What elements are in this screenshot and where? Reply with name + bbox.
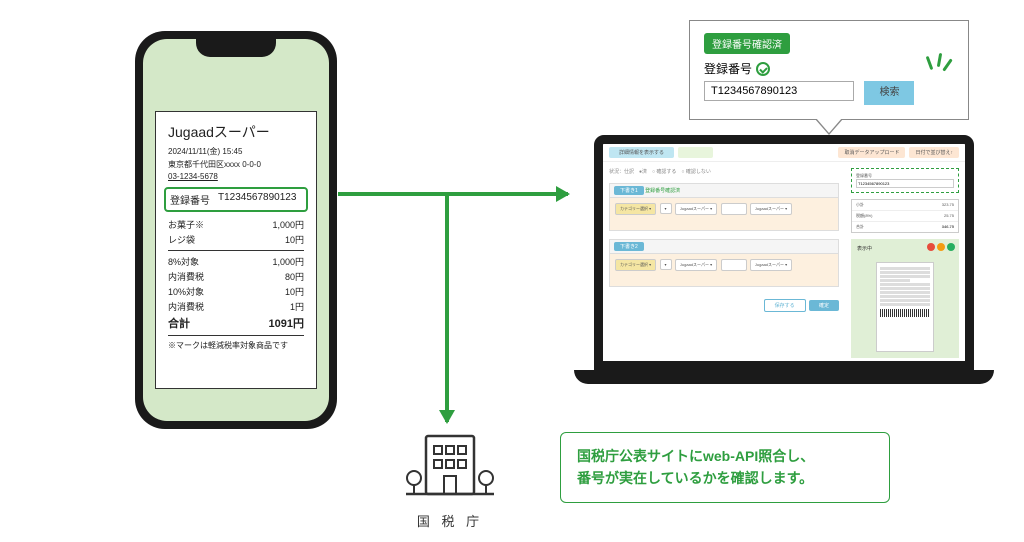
reg-verify-box: 登録番号 — [851, 168, 959, 193]
confirm-button[interactable]: 確定 — [809, 300, 839, 311]
action-bar: 保存する 確定 — [609, 299, 839, 312]
app-toolbar: 詳細情報を表示する 取消データアップロード 日付で並び替え↑ — [603, 144, 965, 162]
phone-notch — [196, 39, 276, 57]
save-button[interactable]: 保存する — [764, 299, 806, 312]
receipt-address: 東京都千代田区xxxx 0-0-0 — [168, 159, 304, 170]
verification-callout: 登録番号確認済 登録番号 検索 — [689, 20, 969, 120]
tax-row: 10%対象10円 — [168, 285, 304, 298]
phone-screen: Jugaadスーパー 2024/11/11(金) 15:45 東京都千代田区xx… — [143, 39, 329, 421]
divider — [168, 250, 304, 251]
accounting-app: 詳細情報を表示する 取消データアップロード 日付で並び替え↑ 状況：仕訳 ●済 … — [603, 144, 965, 361]
receipt-preview: 表示中 — [851, 239, 959, 358]
draft-tab[interactable]: 下書き1 — [614, 186, 644, 195]
preview-actions[interactable] — [927, 243, 955, 251]
laptop-base — [574, 370, 994, 384]
field-chip[interactable]: Jugaadスーパー ▾ — [675, 203, 717, 215]
reg-label: 登録番号 — [170, 192, 210, 207]
verified-text: 登録番号確認済 — [645, 188, 680, 194]
upload-button[interactable]: 取消データアップロード — [838, 147, 905, 158]
field-chip[interactable]: カテゴリー選択 ▾ — [615, 259, 656, 271]
total-row: 合計1091円 — [168, 315, 304, 331]
registration-row: 登録番号 T1234567890123 — [164, 187, 308, 212]
reg-number-input[interactable] — [704, 81, 854, 101]
entry-form: カテゴリー選択 ▾ ▾ Jugaadスーパー ▾ Jugaadスーパー ▾ — [610, 254, 838, 286]
field-chip[interactable] — [721, 203, 747, 215]
mini-receipt — [876, 262, 934, 352]
verified-badge: 登録番号確認済 — [704, 33, 790, 54]
receipt-datetime: 2024/11/11(金) 15:45 — [168, 146, 304, 157]
receipt-note: ※マークは軽減税率対象商品です — [168, 340, 304, 351]
field-chip[interactable]: Jugaadスーパー ▾ — [750, 259, 792, 271]
divider — [168, 335, 304, 336]
arrow-to-laptop — [338, 192, 568, 196]
receipt-phone: 03-1234-5678 — [168, 172, 304, 181]
field-chip[interactable]: ▾ — [660, 259, 672, 270]
line-item: レジ袋10円 — [168, 233, 304, 246]
search-button[interactable]: 検索 — [864, 81, 914, 105]
smartphone-device: Jugaadスーパー 2024/11/11(金) 15:45 東京都千代田区xx… — [135, 31, 337, 429]
app-main-panel: 状況：仕訳 ●済 ○ 確認する ○ 確認しない 下書き1 登録番号確認済 カテゴ… — [603, 162, 845, 361]
tax-row: 内消費税80円 — [168, 270, 304, 283]
check-icon — [756, 62, 770, 76]
barcode-icon — [880, 309, 930, 317]
field-chip[interactable] — [721, 259, 747, 271]
app-side-panel: 登録番号 小計323.75 税額(8%)25.75 合計346.75 表示中 — [845, 162, 965, 361]
entry-block: 下書き2 カテゴリー選択 ▾ ▾ Jugaadスーパー ▾ Jugaadスーパー… — [609, 239, 839, 287]
agency-label: 国 税 庁 — [400, 511, 500, 530]
receipt: Jugaadスーパー 2024/11/11(金) 15:45 東京都千代田区xx… — [155, 111, 317, 389]
explain-line1: 国税庁公表サイトにweb-API照合し、 — [577, 445, 873, 467]
entry-form: カテゴリー選択 ▾ ▾ Jugaadスーパー ▾ Jugaadスーパー ▾ — [610, 198, 838, 230]
status-line: 状況：仕訳 ●済 ○ 確認する ○ 確認しない — [609, 168, 839, 175]
building-icon — [400, 430, 500, 506]
entry-block: 下書き1 登録番号確認済 カテゴリー選択 ▾ ▾ Jugaadスーパー ▾ Ju… — [609, 183, 839, 231]
tax-agency-icon: 国 税 庁 — [400, 430, 500, 530]
store-name: Jugaadスーパー — [168, 122, 304, 142]
field-chip[interactable]: ▾ — [660, 203, 672, 214]
toolbar-button[interactable]: 詳細情報を表示する — [609, 147, 674, 158]
arrow-to-agency — [445, 192, 449, 422]
dot-icon — [927, 243, 935, 251]
reg-label-row: 登録番号 — [704, 60, 954, 77]
field-chip[interactable]: Jugaadスーパー ▾ — [675, 259, 717, 271]
summary-row: 税額(8%)25.75 — [852, 211, 958, 222]
field-chip[interactable]: Jugaadスーパー ▾ — [750, 203, 792, 215]
laptop-device: 詳細情報を表示する 取消データアップロード 日付で並び替え↑ 状況：仕訳 ●済 … — [574, 135, 994, 395]
sort-button[interactable]: 日付で並び替え↑ — [909, 147, 959, 158]
draft-tab[interactable]: 下書き2 — [614, 242, 644, 251]
explanation-box: 国税庁公表サイトにweb-API照合し、 番号が実在しているかを確認します。 — [560, 432, 890, 503]
summary-row: 合計346.75 — [852, 222, 958, 232]
toolbar-button[interactable] — [678, 147, 713, 158]
reg-input[interactable] — [856, 179, 954, 188]
field-chip[interactable]: カテゴリー選択 ▾ — [615, 203, 656, 215]
explain-line2: 番号が実在しているかを確認します。 — [577, 467, 873, 489]
summary-row: 小計323.75 — [852, 200, 958, 211]
summary-box: 小計323.75 税額(8%)25.75 合計346.75 — [851, 199, 959, 233]
tax-row: 8%対象1,000円 — [168, 255, 304, 268]
reg-number: T1234567890123 — [218, 192, 296, 207]
line-item: お菓子※1,000円 — [168, 218, 304, 231]
dot-icon — [947, 243, 955, 251]
laptop-screen: 詳細情報を表示する 取消データアップロード 日付で並び替え↑ 状況：仕訳 ●済 … — [594, 135, 974, 370]
dot-icon — [937, 243, 945, 251]
tax-row: 内消費税1円 — [168, 300, 304, 313]
